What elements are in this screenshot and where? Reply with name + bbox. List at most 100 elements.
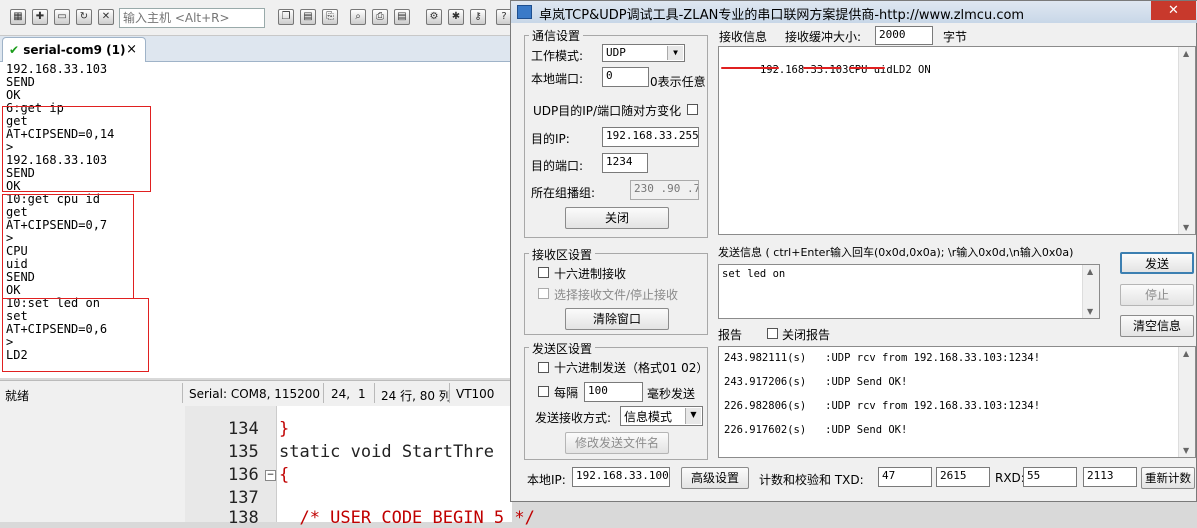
clear-info-button[interactable]: 清空信息 [1120, 315, 1194, 337]
local-port-hint: 0表示任意 [650, 75, 706, 89]
code-line: static void StartThre [279, 442, 494, 462]
dest-port-input[interactable]: 1234 [602, 153, 648, 173]
local-ip-label: 本地IP: [527, 473, 566, 487]
print-icon[interactable]: ⎙ [372, 9, 388, 25]
local-port-input[interactable]: 0 [602, 67, 649, 87]
close-report-checkbox[interactable] [767, 328, 778, 339]
report-line: 226.917602(s) :UDP Send OK! [724, 424, 908, 436]
status-serial: Serial: COM8, 115200 [189, 387, 321, 401]
status-term: VT100 [456, 387, 495, 401]
hex-send-label: 十六进制发送（格式01 02） [554, 361, 709, 375]
close-report-label: 关闭报告 [782, 328, 831, 342]
disconnect-icon[interactable]: ✕ [98, 9, 114, 25]
folder-icon[interactable]: ▭ [54, 9, 70, 25]
send-button[interactable]: 发送 [1120, 252, 1194, 274]
recv-file-checkbox[interactable] [538, 288, 549, 299]
paste-icon[interactable]: ▤ [300, 9, 316, 25]
send-settings-title: 发送区设置 [529, 340, 596, 357]
hex-recv-label: 十六进制接收 [554, 267, 627, 281]
new-session-icon[interactable]: ▦ [10, 9, 26, 25]
send-mode-select[interactable]: 信息模式 ▼ [620, 406, 703, 426]
options-icon[interactable]: ⚙ [426, 9, 442, 25]
recv-info-label: 接收信息 [719, 30, 768, 44]
status-row: 24, [331, 387, 351, 401]
work-mode-label: 工作模式: [531, 49, 584, 63]
print-setup-icon[interactable]: ▤ [394, 9, 410, 25]
report-area[interactable]: 243.982111(s) :UDP rcv from 192.168.33.1… [718, 346, 1196, 458]
auto-send-label: 每隔 [554, 386, 579, 400]
chevron-down-icon: ▼ [685, 408, 701, 424]
code-line: { [279, 465, 290, 485]
rxd-sum-field: 2113 [1083, 467, 1137, 487]
copy-icon[interactable]: ❐ [278, 9, 294, 25]
line-number: 137 [228, 488, 259, 508]
send-text: set led on [722, 268, 786, 280]
tab-serial-com9[interactable]: ✔ serial-com9 (1) × [2, 37, 146, 62]
work-mode-value: UDP [606, 46, 626, 59]
dest-ip-input[interactable]: 192.168.33.255 [602, 127, 699, 147]
bytes-label: 字节 [943, 30, 968, 44]
local-ip-field[interactable]: 192.168.33.100 [572, 467, 670, 487]
annotation-box-get-cpu-id [2, 194, 134, 299]
annotation-underline-ip [721, 67, 779, 69]
host-input[interactable] [119, 8, 265, 28]
quick-connect-icon[interactable]: ✚ [32, 9, 48, 25]
report-line: 226.982806(s) :UDP rcv from 192.168.33.1… [724, 400, 1041, 412]
work-mode-select[interactable]: UDP ▼ [602, 44, 685, 62]
recv-scrollbar[interactable]: ▲ ▼ [1178, 47, 1195, 234]
txd-count-field: 47 [878, 467, 932, 487]
random-port-checkbox[interactable] [687, 104, 698, 115]
status-size: 24 行, 80 列 [381, 389, 451, 403]
send-mode-label: 发送接收方式: [535, 411, 612, 425]
line-number: 138 [228, 508, 259, 528]
local-port-label: 本地端口: [531, 72, 584, 86]
find-icon[interactable]: ⌕ [350, 9, 366, 25]
recv-info-area[interactable]: 192.168.33.103CPU uidLD2 ON ▲ ▼ [718, 46, 1196, 235]
annotation-underline-led [849, 67, 885, 69]
txd-sum-field: 2615 [936, 467, 990, 487]
tools-icon[interactable]: ✱ [448, 9, 464, 25]
annotation-box-set-led [2, 298, 149, 372]
buffer-size-input[interactable]: 2000 [875, 26, 933, 45]
send-info-label: 发送信息 ( ctrl+Enter输入回车(0x0d,0x0a); \r输入0x… [718, 246, 1074, 259]
status-col: 1 [358, 387, 366, 401]
rxd-label: RXD: [995, 471, 1025, 485]
ms-label: 毫秒发送 [647, 387, 696, 401]
close-port-button[interactable]: 关闭 [565, 207, 669, 229]
recv-file-label: 选择接收文件/停止接收 [554, 288, 679, 302]
rxd-count-field: 55 [1023, 467, 1077, 487]
recv-ip-text: 192.168.33.103 [759, 64, 849, 76]
auto-send-checkbox[interactable] [538, 386, 549, 397]
tab-label: serial-com9 (1) [23, 43, 126, 57]
report-label: 报告 [718, 328, 743, 342]
clear-window-button[interactable]: 清除窗口 [565, 308, 669, 330]
multicast-label: 所在组播组: [531, 186, 596, 200]
hex-send-checkbox[interactable] [538, 362, 549, 373]
random-port-label: UDP目的IP/端口随对方变化 [533, 104, 682, 118]
copy-paste-icon[interactable]: ⎘ [322, 9, 338, 25]
send-info-area[interactable]: set led on ▲ ▼ [718, 264, 1100, 319]
terminal-toolbar: ▦ ✚ ▭ ↻ ✕ ❐ ▤ ⎘ ⌕ ⎙ ▤ ⚙ ✱ ⚷ ? [0, 0, 512, 36]
recv-led-text: LD2 ON [892, 64, 931, 76]
count-label: 计数和校验和 TXD: [759, 473, 864, 487]
advanced-settings-button[interactable]: 高级设置 [681, 467, 749, 489]
report-scrollbar[interactable]: ▲ ▼ [1178, 347, 1195, 457]
rename-send-file-button[interactable]: 修改发送文件名 [565, 432, 669, 454]
recount-button[interactable]: 重新计数 [1141, 467, 1195, 489]
fold-toggle-icon[interactable]: − [265, 470, 276, 481]
line-number: 134 [228, 419, 259, 439]
tab-close-icon[interactable]: × [126, 42, 137, 57]
hex-recv-checkbox[interactable] [538, 267, 549, 278]
buffer-size-label: 接收缓冲大小: [785, 30, 862, 44]
terminal-output[interactable]: 192.168.33.103 SEND OK 6:get ip get AT+CIPSEN… [0, 62, 512, 378]
app-icon [517, 5, 532, 19]
multicast-input[interactable]: 230 .90 .76 . 1 [630, 180, 699, 200]
stop-button[interactable]: 停止 [1120, 284, 1194, 306]
code-area[interactable] [277, 406, 512, 522]
interval-input[interactable]: 100 [584, 382, 643, 402]
close-button[interactable]: ✕ [1151, 1, 1196, 20]
send-scrollbar[interactable]: ▲ ▼ [1082, 265, 1099, 318]
reconnect-icon[interactable]: ↻ [76, 9, 92, 25]
key-icon[interactable]: ⚷ [470, 9, 486, 25]
report-line: 243.917206(s) :UDP Send OK! [724, 376, 908, 388]
